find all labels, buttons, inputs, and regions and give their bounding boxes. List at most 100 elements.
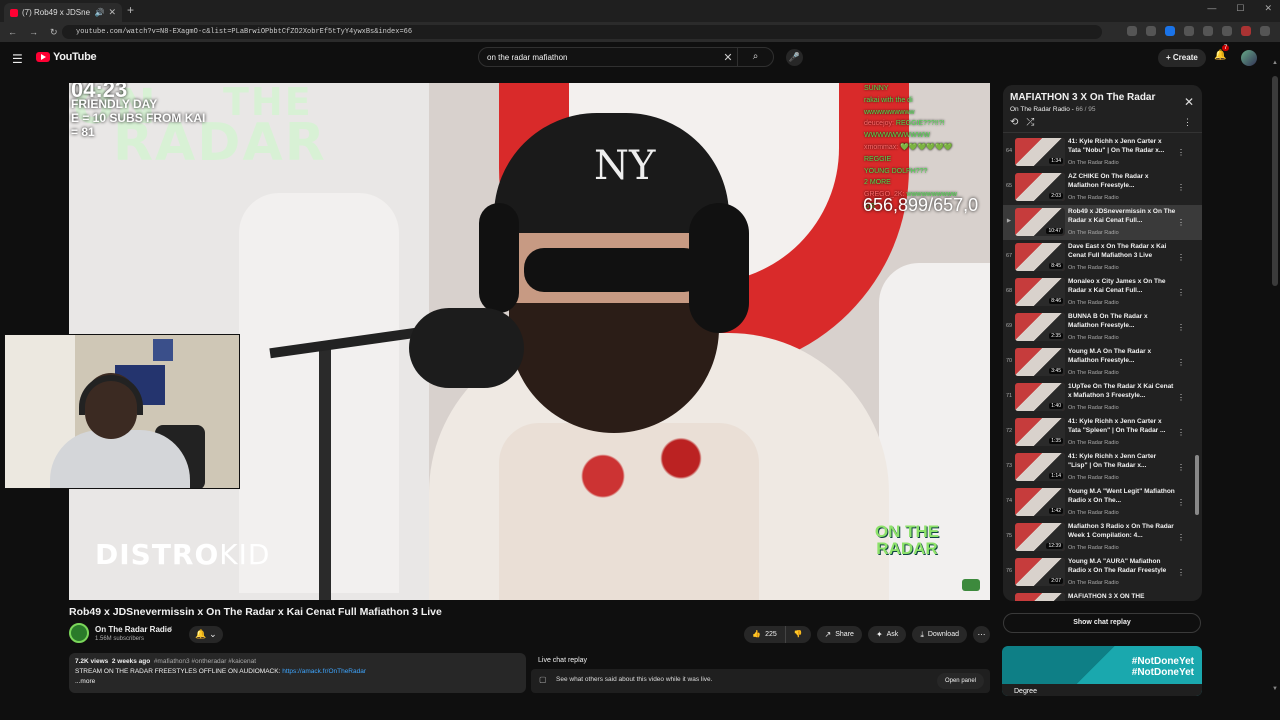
youtube-logo[interactable]: YouTube <box>36 51 97 63</box>
channel-name[interactable]: On The Radar Radio <box>95 625 172 634</box>
sidebar-icon[interactable] <box>1203 26 1213 36</box>
playlist-item[interactable]: 70 3:45 Young M.A On The Radar x Mafiathon… <box>1003 345 1202 380</box>
description-box[interactable]: 7.2K views 2 weeks ago #mafiathon3 #onth… <box>69 653 526 693</box>
extension-icon[interactable] <box>1127 26 1137 36</box>
playlist-item[interactable]: 73 1:14 41: Kyle Richh x Jenn Carter "Lisp… <box>1003 450 1202 485</box>
create-button[interactable]: + Create <box>1158 49 1206 67</box>
playlist-menu-icon[interactable]: ⋮ <box>1183 117 1192 128</box>
scroll-up-icon[interactable]: ▲ <box>1272 60 1278 66</box>
user-avatar[interactable] <box>1241 50 1257 66</box>
playlist-thumbnail[interactable]: 2:07 <box>1015 558 1065 586</box>
playlist-scrollbar[interactable] <box>1195 455 1199 515</box>
back-icon[interactable]: ← <box>8 27 17 38</box>
item-menu-icon[interactable]: ⋮ <box>1177 148 1185 157</box>
playlist-item-title[interactable]: Mafiathon 3 Radio x On The Radar Week 1 … <box>1068 523 1176 540</box>
playlist-item-title[interactable]: Monaleo x City James x On The Radar x Ka… <box>1068 278 1176 295</box>
item-menu-icon[interactable]: ⋮ <box>1177 253 1185 262</box>
playlist-thumbnail[interactable]: 1:40 <box>1015 383 1065 411</box>
item-menu-icon[interactable]: ⋮ <box>1177 393 1185 402</box>
playlist-title[interactable]: MAFIATHON 3 X On The Radar <box>1010 92 1155 103</box>
reload-icon[interactable]: ↻ <box>50 27 58 38</box>
playlist-item-title[interactable]: Rob49 x JDSnevermissin x On The Radar x … <box>1068 208 1176 225</box>
playlist-item-title[interactable]: 41: Kyle Richh x Jenn Carter x Tata "Spl… <box>1068 418 1176 435</box>
show-chat-replay-button[interactable]: Show chat replay <box>1003 613 1201 633</box>
menu-icon[interactable] <box>1260 26 1270 36</box>
playlist-item[interactable]: 72 1:35 41: Kyle Richh x Jenn Carter x Tat… <box>1003 415 1202 450</box>
extension-icon[interactable] <box>1165 26 1175 36</box>
star-icon[interactable] <box>1146 26 1156 36</box>
playlist-thumbnail[interactable] <box>1015 593 1065 601</box>
playlist-item[interactable]: 68 8:46 Monaleo x City James x On The Rada… <box>1003 275 1202 310</box>
open-panel-button[interactable]: Open panel <box>936 673 984 689</box>
item-menu-icon[interactable]: ⋮ <box>1177 288 1185 297</box>
playlist-item-title[interactable]: 41: Kyle Richh x Jenn Carter "Lisp" | On… <box>1068 453 1176 470</box>
more-actions-icon[interactable]: ⋯ <box>973 626 990 643</box>
item-menu-icon[interactable]: ⋮ <box>1177 428 1185 437</box>
playlist-thumbnail[interactable]: 3:45 <box>1015 348 1065 376</box>
item-menu-icon[interactable]: ⋮ <box>1177 533 1185 542</box>
playlist-thumbnail[interactable]: 2:03 <box>1015 173 1065 201</box>
shuffle-icon[interactable]: ⤮ <box>1026 117 1034 128</box>
download-icon[interactable] <box>1222 26 1232 36</box>
playlist-thumbnail[interactable]: 1:35 <box>1015 418 1065 446</box>
item-menu-icon[interactable]: ⋮ <box>1177 183 1185 192</box>
playlist-item[interactable]: ▶ 10:47 Rob49 x JDSnevermissin x On The Ra… <box>1003 205 1202 240</box>
playlist-thumbnail[interactable]: 2:35 <box>1015 313 1065 341</box>
playlist-item-title[interactable]: 41: Kyle Richh x Jenn Carter x Tata "Nob… <box>1068 138 1176 155</box>
loop-icon[interactable]: ⟲ <box>1010 117 1018 128</box>
scroll-down-icon[interactable]: ▼ <box>1272 686 1278 692</box>
puzzle-icon[interactable] <box>1184 26 1194 36</box>
playlist-item[interactable]: 64 1:34 41: Kyle Richh x Jenn Carter x Tat… <box>1003 135 1202 170</box>
playlist-item[interactable]: 69 2:35 BUNNA B On The Radar x Mafiathon F… <box>1003 310 1202 345</box>
close-tab-icon[interactable]: ✕ <box>108 7 116 18</box>
maximize-icon[interactable]: ☐ <box>1236 3 1244 14</box>
audiomack-link[interactable]: https://amack.fr/OnTheRadar <box>282 668 366 675</box>
close-playlist-icon[interactable]: ✕ <box>1184 95 1194 109</box>
playlist-thumbnail[interactable]: 12:39 <box>1015 523 1065 551</box>
search-input[interactable]: on the radar mafiathon <box>479 53 719 62</box>
notifications-icon[interactable]: 🔔 <box>1214 50 1226 61</box>
playlist-item[interactable]: 75 12:39 Mafiathon 3 Radio x On The Radar … <box>1003 520 1202 555</box>
playlist-thumbnail[interactable]: 8:45 <box>1015 243 1065 271</box>
playlist-thumbnail[interactable]: 1:34 <box>1015 138 1065 166</box>
share-button[interactable]: ↗ Share <box>816 626 862 643</box>
search-icon[interactable]: ⌕ <box>737 48 773 66</box>
browser-tab[interactable]: (7) Rob49 x JDSnevermissin 🔊 ✕ <box>4 3 122 22</box>
playlist-channel[interactable]: On The Radar Radio <box>1010 106 1070 113</box>
playlist-item[interactable]: 67 8:45 Dave East x On The Radar x Kai Cen… <box>1003 240 1202 275</box>
sponsored-ad[interactable]: #NotDoneYet #NotDoneYet Degree <box>1002 646 1202 696</box>
playlist-item-title[interactable]: Young M.A "AURA" Mafiathon Radio x On Th… <box>1068 558 1176 575</box>
subscribed-bell-button[interactable]: 🔔 ⌄ <box>189 626 223 643</box>
ask-button[interactable]: ✦ Ask <box>867 626 907 643</box>
playlist-item[interactable]: 74 1:42 Young M.A "Went Legit" Mafiathon R… <box>1003 485 1202 520</box>
item-menu-icon[interactable]: ⋮ <box>1177 323 1185 332</box>
forward-icon[interactable]: → <box>29 27 38 38</box>
playlist-item-title[interactable]: MAFIATHON 3 X ON THE <box>1068 593 1176 601</box>
dislike-button[interactable]: 👎 <box>786 626 811 643</box>
playlist-thumbnail[interactable]: 8:46 <box>1015 278 1065 306</box>
channel-avatar[interactable] <box>69 623 89 643</box>
playlist-thumbnail[interactable]: 1:42 <box>1015 488 1065 516</box>
page-scrollbar[interactable] <box>1272 76 1278 286</box>
item-menu-icon[interactable]: ⋮ <box>1177 463 1185 472</box>
profile-icon[interactable] <box>1241 26 1251 36</box>
playlist-item-title[interactable]: Dave East x On The Radar x Kai Cenat Ful… <box>1068 243 1176 260</box>
item-menu-icon[interactable]: ⋮ <box>1177 498 1185 507</box>
playlist-item[interactable]: 65 2:03 AZ CHIKE On The Radar x Mafiathon … <box>1003 170 1202 205</box>
clear-search-icon[interactable]: ✕ <box>719 51 737 64</box>
playlist-item-title[interactable]: AZ CHIKE On The Radar x Mafiathon Freest… <box>1068 173 1176 190</box>
playlist-item[interactable]: 77MAFIATHON 3 X ON THE⋮ <box>1003 590 1202 601</box>
playlist-thumbnail[interactable]: 10:47 <box>1015 208 1065 236</box>
hamburger-menu-icon[interactable]: ☰ <box>12 52 23 66</box>
show-more-link[interactable]: ...more <box>75 677 520 687</box>
new-tab-button[interactable]: + <box>127 3 134 17</box>
playlist-item-title[interactable]: BUNNA B On The Radar x Mafiathon Freesty… <box>1068 313 1176 330</box>
playlist-item[interactable]: 76 2:07 Young M.A "AURA" Mafiathon Radio x… <box>1003 555 1202 590</box>
close-window-icon[interactable]: ✕ <box>1264 3 1272 14</box>
hashtags[interactable]: #mafiathon3 #ontheradar #kaicenat <box>154 658 256 665</box>
download-button[interactable]: ⤓ Download <box>912 626 967 643</box>
url-field[interactable]: youtube.com/watch?v=N8-EXagmO-c&list=PLa… <box>62 25 1102 39</box>
speaker-icon[interactable]: 🔊 <box>94 8 104 17</box>
playlist-item-title[interactable]: 1UpTee On The Radar X Kai Cenat x Mafiat… <box>1068 383 1176 400</box>
item-menu-icon[interactable]: ⋮ <box>1177 218 1185 227</box>
